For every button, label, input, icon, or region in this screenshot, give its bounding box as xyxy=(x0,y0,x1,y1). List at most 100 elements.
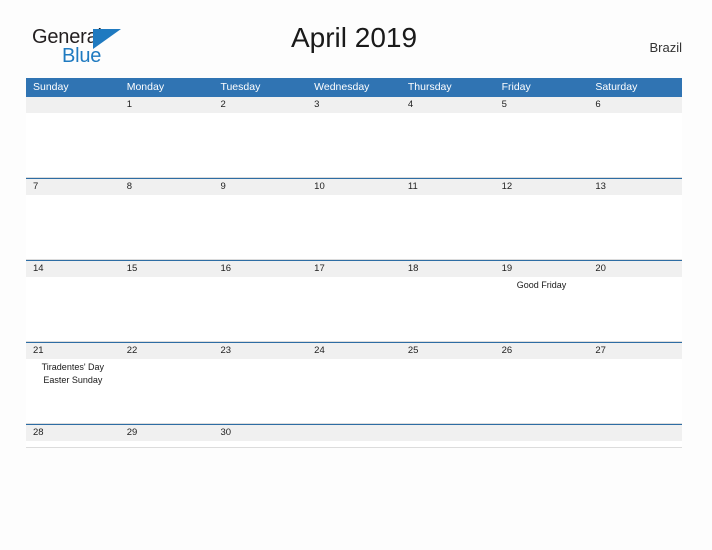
day-cell-15[interactable]: 15 xyxy=(120,261,214,277)
day-cell-14[interactable]: 14 xyxy=(26,261,120,277)
day-cell-empty xyxy=(495,425,589,441)
event-cell xyxy=(307,113,401,177)
day-cell-2[interactable]: 2 xyxy=(213,97,307,113)
event-cell xyxy=(213,441,307,447)
day-cell-9[interactable]: 9 xyxy=(213,179,307,195)
country-label: Brazil xyxy=(649,40,682,55)
day-cell-25[interactable]: 25 xyxy=(401,343,495,359)
day-cell-10[interactable]: 10 xyxy=(307,179,401,195)
event-cell xyxy=(495,195,589,259)
event-cell xyxy=(401,277,495,341)
day-cell-20[interactable]: 20 xyxy=(588,261,682,277)
date-number-band: 14 15 16 17 18 19 20 xyxy=(26,261,682,277)
date-number-band: 21 22 23 24 25 26 27 xyxy=(26,343,682,359)
page-title: April 2019 xyxy=(290,22,418,53)
holiday-label: Easter Sunday xyxy=(43,375,103,385)
day-cell-16[interactable]: 16 xyxy=(213,261,307,277)
event-cell xyxy=(26,277,120,341)
event-cell xyxy=(401,113,495,177)
day-cell-26[interactable]: 26 xyxy=(495,343,589,359)
calendar-page: General Blue April 2019 Brazil Sunday Mon… xyxy=(0,0,712,550)
day-cell-1[interactable]: 1 xyxy=(120,97,214,113)
day-cell-empty xyxy=(26,97,120,113)
weekday-header-tuesday: Tuesday xyxy=(220,81,261,93)
day-cell-27[interactable]: 27 xyxy=(588,343,682,359)
event-cell: Good Friday xyxy=(495,277,589,341)
event-cell xyxy=(120,113,214,177)
event-cell xyxy=(120,441,214,447)
event-cell xyxy=(26,195,120,259)
event-cell xyxy=(213,277,307,341)
calendar-weeks: 1 2 3 4 5 6 7 8 9 10 11 12 13 14 15 16 17 18 19 20 Good Frid… xyxy=(26,97,682,448)
calendar-week-row: 28 29 30 xyxy=(26,424,682,448)
day-cell-22[interactable]: 22 xyxy=(120,343,214,359)
weekday-header-wednesday: Wednesday xyxy=(314,81,370,93)
event-cell xyxy=(213,359,307,423)
event-cell xyxy=(401,359,495,423)
holiday-label: Tiradentes' Day xyxy=(41,362,105,372)
event-cell: Tiradentes' Day Easter Sunday xyxy=(26,359,120,423)
day-cell-23[interactable]: 23 xyxy=(213,343,307,359)
day-cell-19[interactable]: 19 xyxy=(495,261,589,277)
event-cell xyxy=(588,359,682,423)
event-cell xyxy=(213,195,307,259)
event-band: Tiradentes' Day Easter Sunday xyxy=(26,359,682,423)
day-cell-4[interactable]: 4 xyxy=(401,97,495,113)
event-cell xyxy=(401,195,495,259)
event-band: Good Friday xyxy=(26,277,682,341)
weekday-header-saturday: Saturday xyxy=(595,81,638,93)
calendar-week-row: 123456 xyxy=(26,97,682,178)
day-cell-8[interactable]: 8 xyxy=(120,179,214,195)
day-cell-12[interactable]: 12 xyxy=(495,179,589,195)
day-cell-11[interactable]: 11 xyxy=(401,179,495,195)
event-cell xyxy=(495,441,589,447)
day-cell-17[interactable]: 17 xyxy=(307,261,401,277)
event-cell xyxy=(495,359,589,423)
weekday-header-friday: Friday xyxy=(501,81,531,93)
date-number-band: 123456 xyxy=(26,97,682,113)
event-cell xyxy=(495,113,589,177)
event-cell xyxy=(307,441,401,447)
day-cell-empty xyxy=(401,425,495,441)
event-cell xyxy=(401,441,495,447)
weekday-header-monday: Monday xyxy=(126,81,165,93)
calendar-week-row: 7 8 9 10 11 12 13 xyxy=(26,178,682,260)
day-cell-21[interactable]: 21 xyxy=(26,343,120,359)
event-cell xyxy=(588,113,682,177)
weekday-header-row: Sunday Monday Tuesday Wednesday Thursday Frid… xyxy=(26,78,682,97)
date-number-band: 28 29 30 xyxy=(26,425,682,441)
event-cell xyxy=(588,277,682,341)
page-header: General Blue April 2019 Brazil xyxy=(26,22,682,70)
event-cell xyxy=(120,277,214,341)
day-cell-5[interactable]: 5 xyxy=(495,97,589,113)
day-cell-18[interactable]: 18 xyxy=(401,261,495,277)
event-cell xyxy=(213,113,307,177)
calendar-grid: Sunday Monday Tuesday Wednesday Thursday Frid… xyxy=(26,78,682,448)
weekday-header-thursday: Thursday xyxy=(407,81,452,93)
date-number-band: 7 8 9 10 11 12 13 xyxy=(26,179,682,195)
event-cell xyxy=(307,277,401,341)
event-cell xyxy=(588,195,682,259)
day-cell-13[interactable]: 13 xyxy=(588,179,682,195)
day-cell-empty xyxy=(588,425,682,441)
event-cell xyxy=(120,195,214,259)
event-cell xyxy=(26,113,120,177)
day-cell-24[interactable]: 24 xyxy=(307,343,401,359)
holiday-label: Good Friday xyxy=(516,280,567,290)
event-cell xyxy=(307,195,401,259)
day-cell-28[interactable]: 28 xyxy=(26,425,120,441)
event-band xyxy=(26,195,682,259)
event-cell xyxy=(307,359,401,423)
event-band xyxy=(26,441,682,447)
event-cell xyxy=(120,359,214,423)
calendar-week-row: 21 22 23 24 25 26 27 Tiradentes' Day Easter Sund… xyxy=(26,342,682,424)
day-cell-3[interactable]: 3 xyxy=(307,97,401,113)
event-cell xyxy=(26,441,120,447)
event-cell xyxy=(588,441,682,447)
day-cell-6[interactable]: 6 xyxy=(588,97,682,113)
day-cell-29[interactable]: 29 xyxy=(120,425,214,441)
day-cell-30[interactable]: 30 xyxy=(213,425,307,441)
day-cell-7[interactable]: 7 xyxy=(26,179,120,195)
weekday-header-sunday: Sunday xyxy=(33,81,69,93)
day-cell-empty xyxy=(307,425,401,441)
